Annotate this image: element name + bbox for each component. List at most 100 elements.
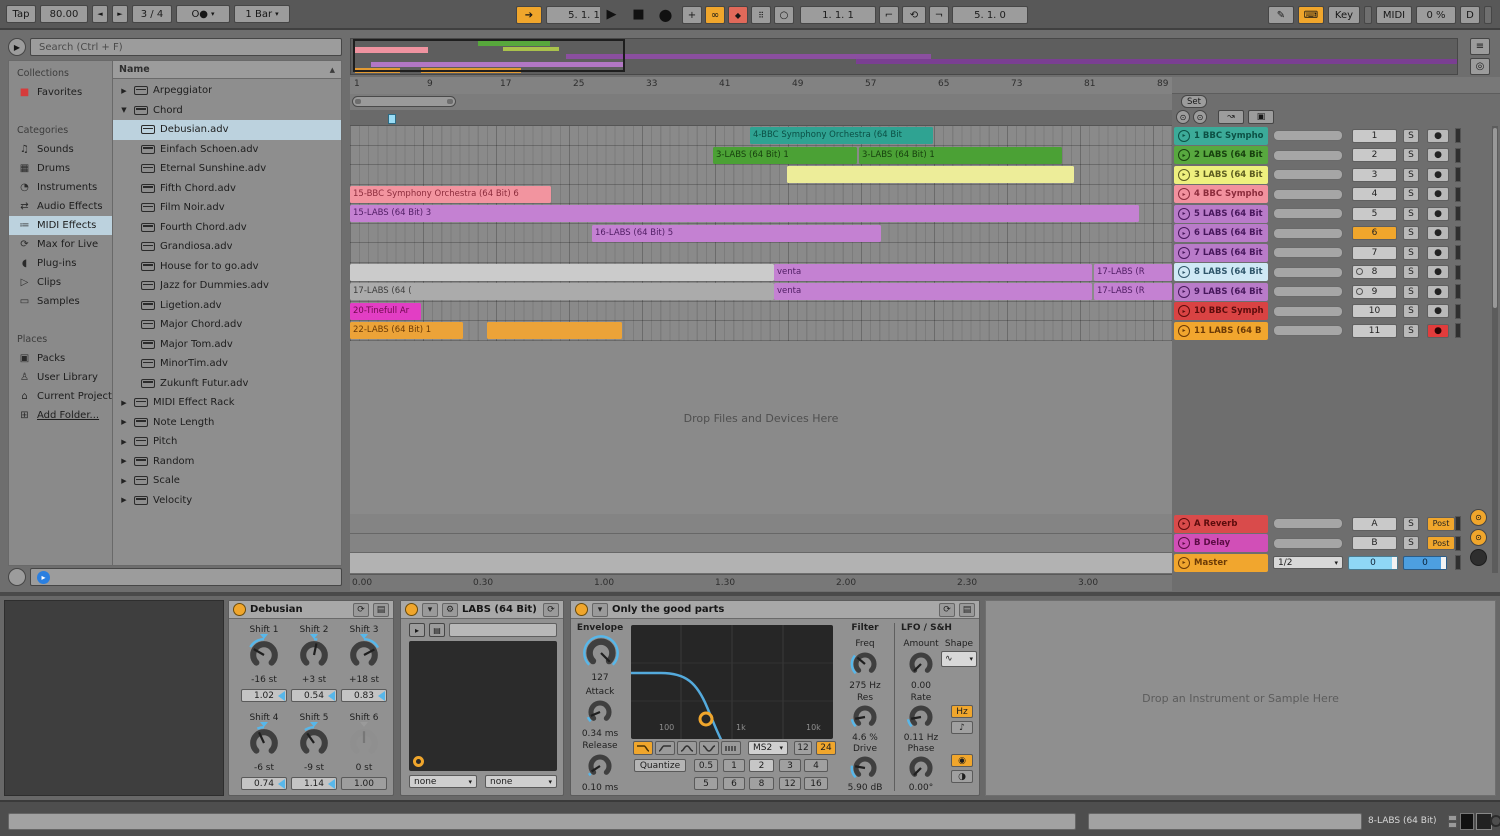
arrangement-clip[interactable]: 3-LABS (64 Bit) 1: [713, 147, 857, 164]
track-fader[interactable]: [1273, 169, 1343, 180]
arrangement-clip[interactable]: 20-Tinefull Ar: [350, 303, 421, 320]
return-a-lane[interactable]: [350, 514, 1172, 534]
track-name-cell[interactable]: ▸1 BBC Sympho: [1174, 127, 1268, 145]
track-fader[interactable]: [1273, 538, 1343, 549]
arrangement-clip[interactable]: 4-BBC Symphony Orchestra (64 Bit: [750, 127, 933, 144]
track-header[interactable]: ▸2 LABS (64 Bit2S●: [1174, 146, 1464, 166]
save-preset-icon[interactable]: ▤: [959, 603, 975, 617]
bandpass-filter-button[interactable]: [677, 741, 697, 755]
plugin-panel[interactable]: [409, 641, 557, 771]
search-input[interactable]: Search (Ctrl + F): [30, 38, 342, 56]
quantize-value-button[interactable]: 8: [749, 777, 774, 790]
arrangement-clip[interactable]: [487, 322, 622, 339]
sidebar-item-add-folder-[interactable]: ⊞Add Folder...: [9, 406, 112, 425]
folder-arrow-icon[interactable]: ▶: [119, 457, 129, 465]
lowpass-filter-button[interactable]: [633, 741, 653, 755]
track-number-button[interactable]: 2: [1352, 148, 1397, 162]
phase-mode-button[interactable]: ◉: [951, 754, 973, 767]
quantize-value-button[interactable]: 16: [804, 777, 828, 790]
sort-arrow-icon[interactable]: ▲: [330, 66, 335, 74]
automation-arm-button[interactable]: ◆: [728, 6, 748, 24]
return-header[interactable]: ▸A ReverbASPost: [1174, 514, 1464, 534]
track-fader[interactable]: [1273, 286, 1343, 297]
track-5-lane[interactable]: 15-LABS (64 Bit) 3: [350, 204, 1172, 224]
list-file-row[interactable]: Eternal Sunshine.adv: [113, 159, 341, 179]
quantize-value-button[interactable]: 4: [804, 759, 828, 772]
track-name-cell[interactable]: ▸2 LABS (64 Bit: [1174, 146, 1268, 164]
solo-button[interactable]: S: [1403, 304, 1419, 318]
loop-switch-button[interactable]: ⟲: [902, 6, 926, 24]
list-folder-row[interactable]: ▶Velocity: [113, 491, 341, 511]
track-name-cell[interactable]: ▸6 LABS (64 Bit: [1174, 224, 1268, 242]
track-fader[interactable]: [1273, 306, 1343, 317]
track-name-cell[interactable]: ▸Master: [1174, 554, 1268, 572]
shift-slider[interactable]: 0.83: [341, 689, 387, 702]
shift-knob[interactable]: [296, 637, 332, 676]
unfold-icon[interactable]: ▾: [592, 603, 608, 617]
arrangement-clip[interactable]: 17-LABS (64 (: [350, 283, 774, 300]
circuit-selector[interactable]: MS2▾: [748, 741, 788, 755]
return-header[interactable]: ▸B DelayBSPost: [1174, 534, 1464, 554]
follow-button[interactable]: ➔: [516, 6, 542, 24]
track-header[interactable]: ▸4 BBC Sympho4S●: [1174, 185, 1464, 205]
arrangement-clip[interactable]: 3-LABS (64 Bit) 1: [859, 147, 1062, 164]
list-header-row[interactable]: Name ▲: [113, 61, 341, 79]
arm-record-button[interactable]: ●: [1427, 168, 1449, 182]
plugin-edit-icon[interactable]: ⚙: [442, 603, 458, 617]
device-on-button[interactable]: [233, 603, 246, 616]
save-preset-icon[interactable]: ▤: [373, 603, 389, 617]
tap-tempo-button[interactable]: Tap: [6, 5, 36, 23]
list-file-row[interactable]: Major Chord.adv: [113, 315, 341, 335]
lfo-phase-knob[interactable]: [906, 753, 936, 786]
preview-icon[interactable]: ▸: [37, 571, 50, 584]
computer-midi-keyboard-button[interactable]: ⌨: [1298, 6, 1324, 24]
slope-12-button[interactable]: 12: [794, 741, 812, 755]
unfold-icon[interactable]: ▾: [422, 603, 438, 617]
post-toggle-button[interactable]: Post: [1427, 517, 1455, 531]
release-knob[interactable]: [585, 751, 615, 784]
stop-button[interactable]: ■: [627, 3, 650, 26]
beat-time-ruler[interactable]: 1917253341495765738189: [350, 77, 1172, 95]
track-header[interactable]: ▸11 LABS (64 B11S●: [1174, 321, 1464, 341]
quantize-value-button[interactable]: 6: [723, 777, 745, 790]
midi-overdub-button[interactable]: ∞: [705, 6, 725, 24]
track-11-lane[interactable]: 22-LABS (64 Bit) 1: [350, 321, 1172, 341]
track-fader[interactable]: [1273, 247, 1343, 258]
solo-cue-button[interactable]: [1470, 549, 1487, 566]
track-name-cell[interactable]: ▸4 BBC Sympho: [1174, 185, 1268, 203]
quantize-value-button[interactable]: 3: [779, 759, 801, 772]
punch-out-button[interactable]: ¬: [929, 6, 949, 24]
groove-selector[interactable]: O●▾: [176, 5, 230, 23]
track-header[interactable]: ▸7 LABS (64 Bit7S●: [1174, 243, 1464, 263]
play-button[interactable]: ▶: [600, 3, 623, 26]
list-file-row[interactable]: Fifth Chord.adv: [113, 179, 341, 199]
loop-end-handle[interactable]: [447, 99, 453, 104]
prev-locator-button[interactable]: ⊙: [1176, 110, 1190, 124]
nudge-up-button[interactable]: ►: [112, 5, 128, 23]
track-number-button[interactable]: 6: [1352, 226, 1397, 240]
return-send-b-button[interactable]: ⊙: [1470, 529, 1487, 546]
arrangement-clip[interactable]: 17-LABS (R: [1094, 264, 1172, 281]
loop-length-field[interactable]: 5. 1. 0: [952, 6, 1028, 24]
track-fader[interactable]: [1273, 150, 1343, 161]
folder-arrow-icon[interactable]: ▶: [119, 496, 129, 504]
list-folder-row[interactable]: ▼Chord: [113, 101, 341, 121]
track-number-button[interactable]: 10: [1352, 304, 1397, 318]
new-button[interactable]: +: [682, 6, 702, 24]
folder-arrow-icon[interactable]: ▶: [119, 477, 129, 485]
list-file-row[interactable]: Film Noir.adv: [113, 198, 341, 218]
track-9-lane[interactable]: 17-LABS (64 (venta17-LABS (R: [350, 282, 1172, 302]
attack-knob[interactable]: [585, 697, 615, 730]
folder-arrow-icon[interactable]: ▶: [119, 399, 129, 407]
list-file-row[interactable]: Grandiosa.adv: [113, 237, 341, 257]
list-file-row[interactable]: House for to go.adv: [113, 257, 341, 277]
sidebar-item-midi-effects[interactable]: ≔MIDI Effects: [9, 216, 112, 235]
time-signature-field[interactable]: 3 / 4: [132, 5, 172, 23]
quantize-value-button[interactable]: 12: [779, 777, 801, 790]
device-on-button[interactable]: [575, 603, 588, 616]
list-folder-row[interactable]: ▶Arpeggiator: [113, 81, 341, 101]
track-header[interactable]: ▸6 LABS (64 Bit6S●: [1174, 224, 1464, 244]
shift-slider[interactable]: 1.00: [341, 777, 387, 790]
track-header[interactable]: ▸10 BBC Symph10S●: [1174, 302, 1464, 322]
track-fader[interactable]: [1273, 228, 1343, 239]
